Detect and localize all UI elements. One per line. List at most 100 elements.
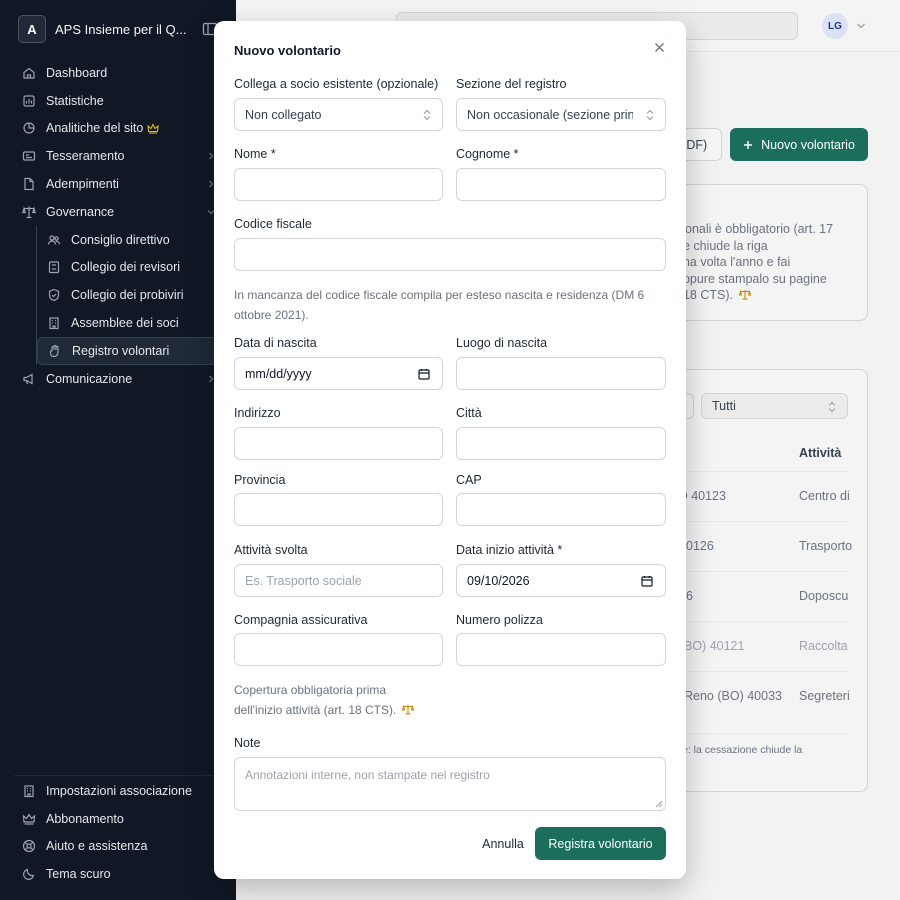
data-inizio-value: 09/10/2026 <box>467 573 530 588</box>
avatar[interactable]: LG <box>822 13 848 39</box>
sidebar-item-tesseramento[interactable]: Tesseramento <box>14 142 220 170</box>
note-label: Note <box>234 736 261 750</box>
socio-label: Collega a socio esistente (opzionale) <box>234 77 439 91</box>
data-inizio-label: Data inizio attività * <box>456 543 563 557</box>
sidebar-item-label: Consiglio direttivo <box>71 232 170 247</box>
polizza-input[interactable] <box>456 633 666 666</box>
sidebar-item-governance[interactable]: Governance <box>14 198 220 226</box>
status-filter-select[interactable]: Tutti <box>701 393 848 419</box>
org-name: APS Insieme per il Q... <box>55 21 187 37</box>
column-header-attivita[interactable]: Attività <box>799 446 841 460</box>
analytics-icon <box>23 122 35 135</box>
sidebar-item-impostazioni[interactable]: Impostazioni associazione <box>14 777 220 805</box>
cancel-button[interactable]: Annulla <box>468 827 538 860</box>
sidebar-item-label: Registro volontari <box>72 343 170 358</box>
sidebar-item-label: Adempimenti <box>46 177 119 192</box>
indirizzo-label: Indirizzo <box>234 406 281 420</box>
sidebar-item-abbonamento[interactable]: Abbonamento <box>14 805 220 833</box>
crown-icon <box>22 813 36 825</box>
sidebar-item-statistiche[interactable]: Statistiche <box>14 87 220 115</box>
codice-fiscale-help: In mancanza del codice fiscale compila p… <box>234 288 645 322</box>
note-textarea[interactable]: Annotazioni interne, non stampate nel re… <box>234 757 666 811</box>
copertura-help-text: dell'inizio attività (art. 18 CTS). <box>234 703 397 717</box>
sidebar-item-label: Tema scuro <box>46 867 111 882</box>
table-footnote: e: la cessazione chiude la <box>682 744 803 756</box>
socio-select[interactable]: Non collegato <box>234 98 443 131</box>
select-arrows-icon <box>646 109 654 121</box>
sidebar-item-registro-volontari[interactable]: Registro volontari <box>37 336 220 365</box>
notice-text: sionali è obbligatorio (art. 17 ne chiud… <box>676 221 856 304</box>
org-switcher[interactable]: A APS Insieme per il Q... <box>18 15 226 43</box>
codice-fiscale-input[interactable] <box>234 238 666 271</box>
citta-input[interactable] <box>456 427 666 460</box>
close-icon[interactable] <box>654 42 665 53</box>
codice-fiscale-label: Codice fiscale <box>234 217 312 231</box>
sidebar-item-label: Statistiche <box>46 93 104 108</box>
nome-input[interactable] <box>234 168 443 201</box>
table-cell-place: 6 <box>686 589 693 603</box>
data-nascita-placeholder: mm/dd/yyyy <box>245 366 312 381</box>
compagnia-input[interactable] <box>234 633 443 666</box>
socio-value: Non collegato <box>245 107 322 122</box>
new-volunteer-button[interactable]: Nuovo volontario <box>730 128 868 161</box>
data-nascita-input[interactable]: mm/dd/yyyy <box>234 357 443 390</box>
table-cell-activity: Centro di <box>799 489 850 503</box>
sidebar-item-label: Tesseramento <box>46 149 125 164</box>
crown-icon <box>147 123 159 134</box>
sidebar-item-comunicazione[interactable]: Comunicazione <box>14 365 220 393</box>
select-arrows-icon <box>423 109 431 121</box>
sidebar-item-tema-scuro[interactable]: Tema scuro <box>14 860 220 888</box>
building-icon <box>24 785 34 797</box>
megaphone-icon <box>23 373 33 385</box>
attivita-label: Attività svolta <box>234 543 308 557</box>
cognome-input[interactable] <box>456 168 666 201</box>
attivita-input[interactable]: Es. Trasporto sociale <box>234 564 443 597</box>
sidebar-item-assemblee[interactable]: Assemblee dei soci <box>37 309 220 337</box>
table-cell-place: 0126 <box>686 539 714 553</box>
table-cell-place: Reno (BO) 40033 <box>684 689 782 703</box>
copertura-help-line: Copertura obbligatoria prima <box>234 683 387 697</box>
data-nascita-label: Data di nascita <box>234 336 317 350</box>
sidebar-item-label: Analitiche del sito <box>46 121 144 136</box>
building-icon <box>49 317 59 330</box>
sidebar-item-aiuto[interactable]: Aiuto e assistenza <box>14 833 220 861</box>
cap-input[interactable] <box>456 493 666 526</box>
scale-icon <box>22 206 36 218</box>
sidebar-item-label: Assemblee dei soci <box>71 316 179 331</box>
data-inizio-input[interactable]: 09/10/2026 <box>456 564 666 597</box>
sezione-select[interactable]: Non occasionale (sezione principale) <box>456 98 666 131</box>
compagnia-label: Compagnia assicurativa <box>234 613 368 627</box>
plus-icon <box>744 140 753 149</box>
sidebar-item-revisori[interactable]: Collegio dei revisori <box>37 254 220 282</box>
submit-button[interactable]: Registra volontario <box>535 827 666 860</box>
provincia-label: Provincia <box>234 473 286 487</box>
scale-icon <box>738 289 751 300</box>
dialog-title: Nuovo volontario <box>234 43 341 58</box>
status-filter-value: Tutti <box>712 399 736 413</box>
notice-line: ne chiude la riga <box>676 238 768 253</box>
table-cell-activity: Segreteri <box>799 689 850 703</box>
resize-handle-icon[interactable] <box>655 800 663 808</box>
card-icon <box>22 151 36 161</box>
sidebar: A APS Insieme per il Q... Dashboard Stat… <box>0 0 236 900</box>
chevron-down-icon[interactable] <box>856 22 866 30</box>
sidebar-item-consiglio[interactable]: Consiglio direttivo <box>37 226 220 254</box>
sidebar-item-label: Abbonamento <box>46 811 124 826</box>
table-cell-place: BO) 40121 <box>684 639 745 653</box>
sidebar-item-dashboard[interactable]: Dashboard <box>14 59 220 87</box>
provincia-input[interactable] <box>234 493 443 526</box>
nome-label: Nome * <box>234 147 276 161</box>
calendar-icon[interactable] <box>641 575 653 587</box>
chart-icon <box>23 95 35 107</box>
sidebar-item-label: Aiuto e assistenza <box>46 839 148 854</box>
calendar-icon[interactable] <box>418 368 430 380</box>
scale-icon <box>402 704 415 715</box>
indirizzo-input[interactable] <box>234 427 443 460</box>
sidebar-item-label: Collegio dei revisori <box>71 260 181 275</box>
sidebar-item-probiviri[interactable]: Collegio dei probiviri <box>37 281 220 309</box>
copertura-help-line: dell'inizio attività (art. 18 CTS). <box>234 700 443 720</box>
sidebar-item-adempimenti[interactable]: Adempimenti <box>14 170 220 198</box>
notice-line: . 18 CTS). <box>676 287 856 304</box>
luogo-nascita-input[interactable] <box>456 357 666 390</box>
sidebar-item-analitiche[interactable]: Analitiche del sito <box>14 115 220 143</box>
